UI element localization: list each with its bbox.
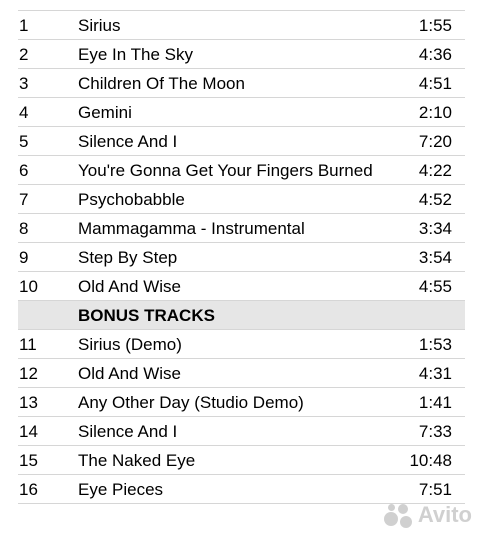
track-title: Old And Wise <box>78 364 181 383</box>
track-title: Eye In The Sky <box>78 45 193 64</box>
track-title: Silence And I <box>78 422 178 441</box>
track-number: 9 <box>19 248 29 267</box>
track-row[interactable]: 16 Eye Pieces 7:51 <box>18 475 465 504</box>
track-duration: 1:53 <box>418 335 452 354</box>
track-title: Old And Wise <box>78 277 181 296</box>
section-title: BONUS TRACKS <box>78 306 215 325</box>
track-duration: 1:55 <box>418 16 452 35</box>
avito-logo-icon <box>383 502 414 528</box>
watermark-text: Avito <box>417 502 472 527</box>
track-title: Gemini <box>78 103 132 122</box>
track-number: 10 <box>19 277 38 296</box>
track-row[interactable]: 9 Step By Step 3:54 <box>18 243 465 272</box>
track-number: 16 <box>19 480 38 499</box>
track-duration: 4:36 <box>418 45 452 64</box>
track-row[interactable]: 4 Gemini 2:10 <box>18 98 465 127</box>
track-title: You're Gonna Get Your Fingers Burned <box>78 161 373 180</box>
track-number: 5 <box>19 132 29 151</box>
track-duration: 1:41 <box>418 393 452 412</box>
track-row[interactable]: 1 Sirius 1:55 <box>18 11 465 40</box>
track-row[interactable]: 6 You're Gonna Get Your Fingers Burned 4:2… <box>18 156 465 185</box>
track-title: Sirius <box>78 16 121 35</box>
track-row[interactable]: 14 Silence And I 7:33 <box>18 417 465 446</box>
track-number: 13 <box>19 393 38 412</box>
track-number: 11 <box>19 335 37 354</box>
track-title: The Naked Eye <box>78 451 196 470</box>
track-number: 4 <box>19 103 29 122</box>
track-title: Children Of The Moon <box>78 74 245 93</box>
track-list: 1 Sirius 1:55 2 Eye In The Sky 4:36 3 Children … <box>18 10 465 504</box>
track-duration: 3:34 <box>418 219 452 238</box>
track-number: 12 <box>19 364 38 383</box>
track-title: Psychobabble <box>78 190 185 209</box>
track-number: 1 <box>19 16 29 35</box>
track-row[interactable]: 10 Old And Wise 4:55 <box>18 272 465 301</box>
track-duration: 7:51 <box>418 480 452 499</box>
track-duration: 4:31 <box>418 364 452 383</box>
track-row[interactable]: 8 Mammagamma - Instrumental 3:34 <box>18 214 465 243</box>
track-duration: 4:52 <box>418 190 452 209</box>
track-title: Step By Step <box>78 248 178 267</box>
avito-watermark: Avito <box>383 502 472 528</box>
track-number: 7 <box>19 190 29 209</box>
track-row[interactable]: 15 The Naked Eye 10:48 <box>18 446 465 475</box>
track-title: Eye Pieces <box>78 480 164 499</box>
track-number: 15 <box>19 451 38 470</box>
track-number: 2 <box>19 45 29 64</box>
track-title: Sirius (Demo) <box>78 335 182 354</box>
track-duration: 4:55 <box>418 277 452 296</box>
track-duration: 10:48 <box>409 451 452 470</box>
track-duration: 7:20 <box>418 132 452 151</box>
track-row[interactable]: 2 Eye In The Sky 4:36 <box>18 40 465 69</box>
track-row[interactable]: 11 Sirius (Demo) 1:53 <box>18 330 465 359</box>
track-title: Any Other Day (Studio Demo) <box>78 393 304 412</box>
track-duration: 4:22 <box>418 161 452 180</box>
track-duration: 4:51 <box>418 74 452 93</box>
track-duration: 7:33 <box>418 422 452 441</box>
track-number: 8 <box>19 219 29 238</box>
bonus-tracks-header: BONUS TRACKS <box>18 301 465 330</box>
track-duration: 3:54 <box>418 248 452 267</box>
track-title: Mammagamma - Instrumental <box>78 219 305 238</box>
track-row[interactable]: 13 Any Other Day (Studio Demo) 1:41 <box>18 388 465 417</box>
track-row[interactable]: 7 Psychobabble 4:52 <box>18 185 465 214</box>
track-row[interactable]: 3 Children Of The Moon 4:51 <box>18 69 465 98</box>
track-number: 14 <box>19 422 38 441</box>
track-duration: 2:10 <box>418 103 452 122</box>
track-row[interactable]: 5 Silence And I 7:20 <box>18 127 465 156</box>
track-number: 3 <box>19 74 29 93</box>
track-number: 6 <box>19 161 29 180</box>
track-row[interactable]: 12 Old And Wise 4:31 <box>18 359 465 388</box>
track-title: Silence And I <box>78 132 178 151</box>
